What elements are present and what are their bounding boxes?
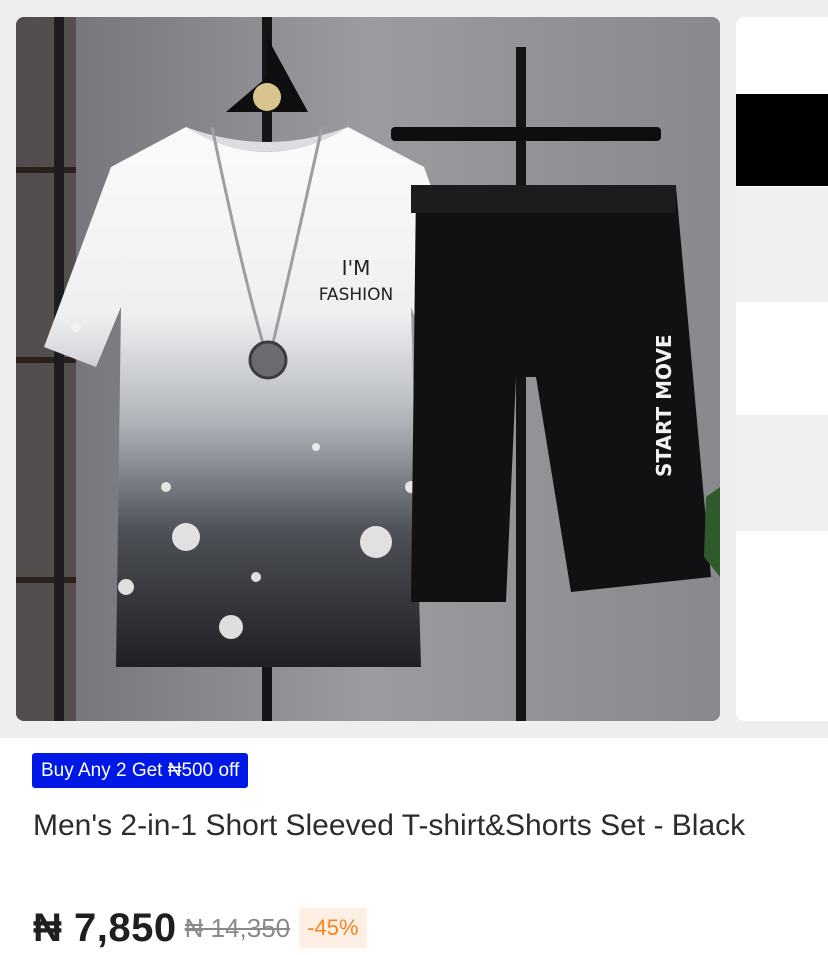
promo-badge[interactable]: Buy Any 2 Get ₦500 off bbox=[32, 753, 249, 788]
thumbnail-strip[interactable] bbox=[736, 17, 828, 721]
discount-badge: -45% bbox=[299, 908, 367, 948]
tshirt-print-text-2: FASHION bbox=[319, 285, 394, 305]
thumbnail-image-2[interactable] bbox=[736, 187, 828, 302]
product-image-gallery: I'M FASHION START MOVE bbox=[0, 0, 828, 738]
product-photo-illustration: I'M FASHION START MOVE bbox=[16, 17, 720, 721]
main-product-image[interactable]: I'M FASHION START MOVE bbox=[16, 17, 720, 721]
product-title: Men's 2-in-1 Short Sleeved T-shirt&Short… bbox=[33, 809, 746, 842]
current-price: ₦ 7,850 bbox=[33, 905, 177, 950]
shorts-print-text: START MOVE bbox=[652, 334, 676, 477]
tshirt-print-text: I'M bbox=[342, 256, 371, 280]
thumbnail-image[interactable] bbox=[736, 94, 828, 186]
old-price: ₦ 14,350 bbox=[184, 912, 291, 943]
price-row: ₦ 7,850 ₦ 14,350 -45% bbox=[33, 903, 367, 953]
thumbnail-image-3[interactable] bbox=[736, 415, 828, 531]
